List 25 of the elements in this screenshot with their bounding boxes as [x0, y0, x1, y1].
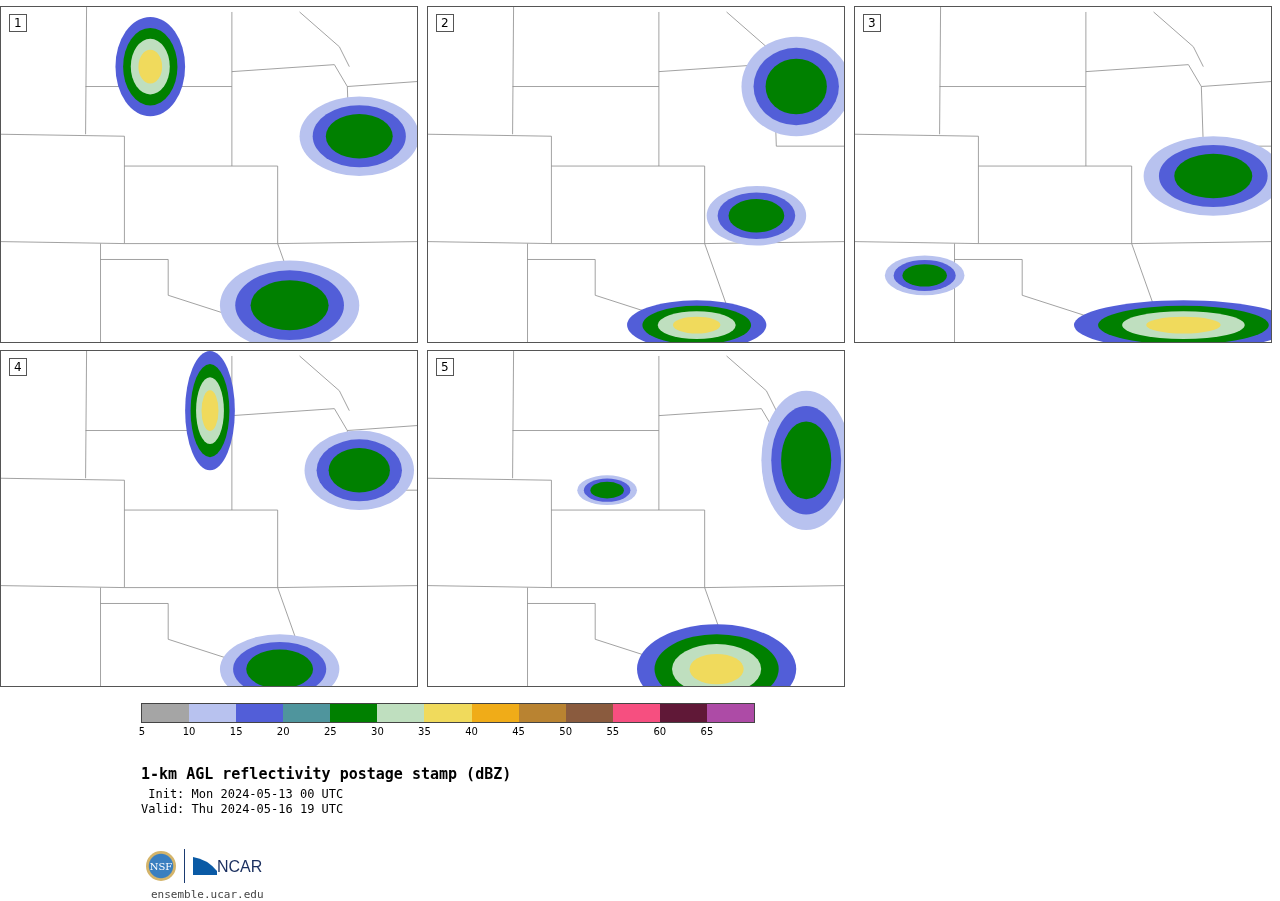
time-label: Valid: Thu 2024-05-16 19 UTC	[141, 802, 344, 817]
tick-label: 55	[606, 726, 620, 737]
tick-label: 40	[465, 726, 478, 737]
panel-number: 1	[9, 14, 27, 32]
panel-number: 3	[863, 14, 881, 32]
tick-label: 50	[559, 726, 573, 737]
logo-icon	[193, 857, 217, 875]
panel-number: 5	[436, 358, 454, 376]
tick-label: 65	[700, 726, 714, 737]
logo-wordmark: NCAR	[217, 859, 263, 875]
tick-label: 45	[512, 726, 525, 737]
time-label: Init: Mon 2024-05-13 00 UTC	[148, 787, 344, 802]
chart-title: 1-km AGL reflectivity postage stamp (dBZ)	[141, 765, 513, 783]
seal-logo: NSF	[146, 851, 176, 881]
tick-label: 25	[323, 726, 337, 737]
tick-label: 5	[138, 726, 146, 737]
tick-label: 10	[182, 726, 196, 737]
tick-label: 15	[229, 726, 243, 737]
tick-label: 20	[276, 726, 290, 737]
tick-label: 35	[418, 726, 431, 737]
panel-number: 2	[436, 14, 454, 32]
site-link[interactable]: ensemble.ucar.edu	[151, 888, 264, 901]
tick-label: 60	[653, 726, 667, 737]
tick-label: 30	[371, 726, 384, 737]
panel-number: 4	[9, 358, 27, 376]
